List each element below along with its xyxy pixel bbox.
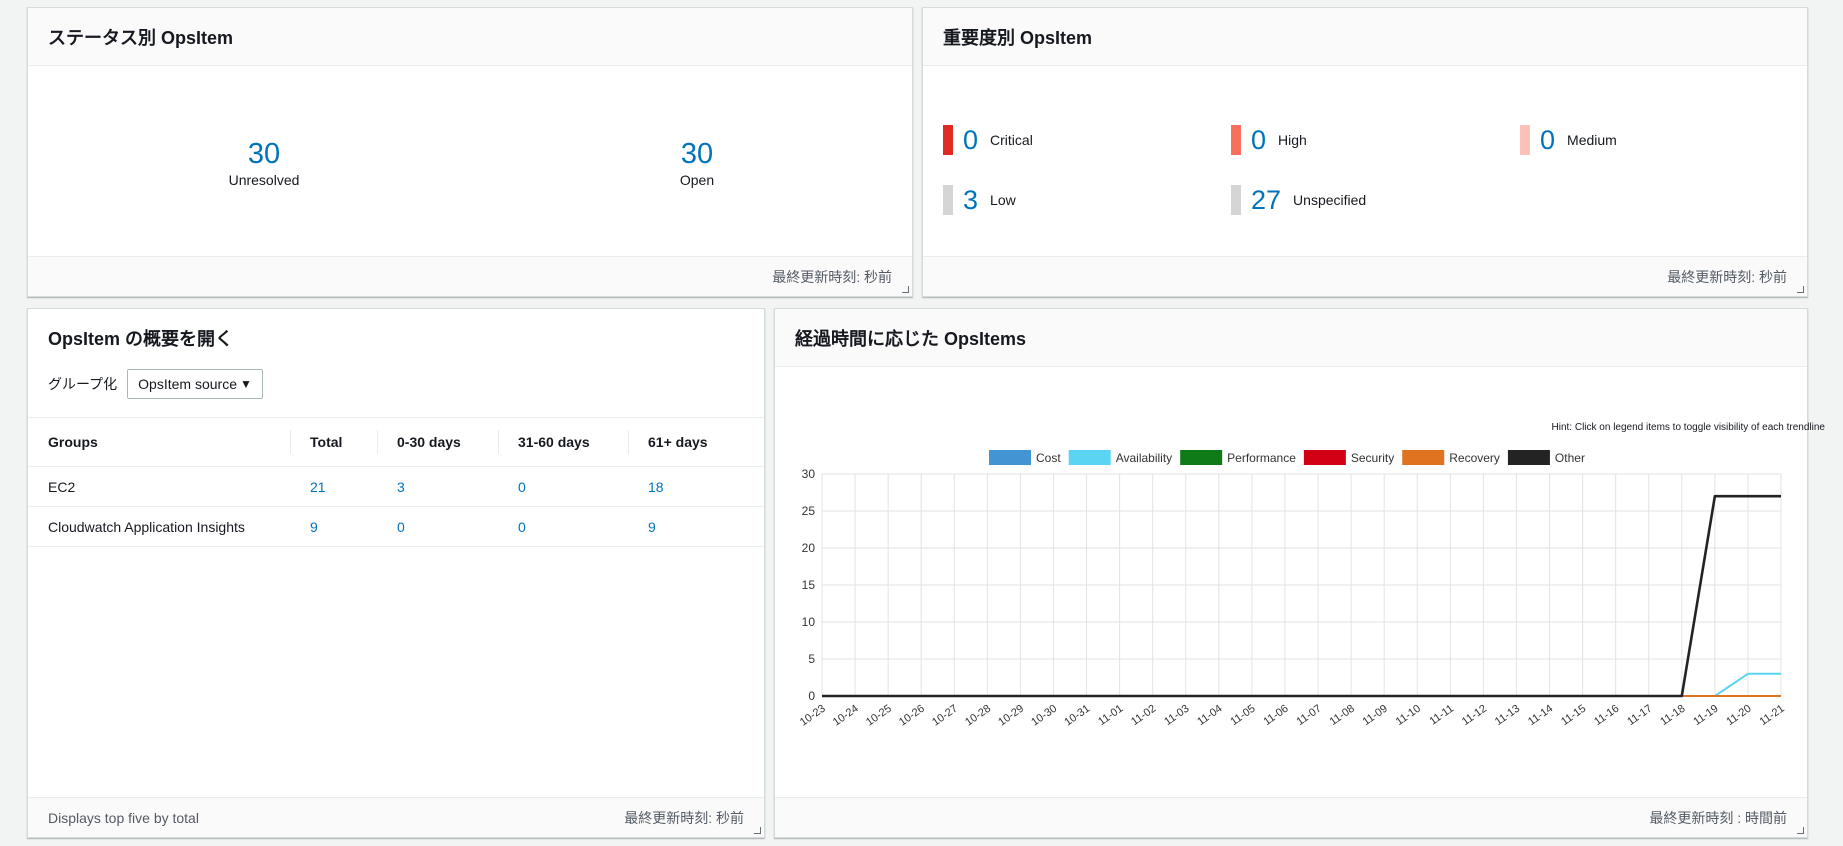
x-tick-label: 11-16	[1592, 703, 1621, 729]
x-tick-label: 11-04	[1195, 703, 1224, 729]
x-tick-label: 11-10	[1394, 703, 1423, 729]
legend-swatch-performance[interactable]	[1180, 450, 1223, 465]
x-tick-label: 11-03	[1162, 703, 1191, 729]
x-tick-label: 11-13	[1493, 703, 1522, 729]
x-tick-label: 11-18	[1658, 703, 1687, 729]
legend-label-other[interactable]: Other	[1555, 451, 1585, 465]
x-tick-label: 11-09	[1361, 703, 1390, 729]
x-tick-label: 10-30	[1029, 703, 1059, 729]
x-tick-label: 11-12	[1460, 703, 1489, 729]
x-tick-label: 10-25	[864, 703, 894, 729]
legend-label-recovery[interactable]: Recovery	[1449, 451, 1500, 465]
y-tick-label: 5	[808, 652, 815, 666]
legend-swatch-recovery[interactable]	[1402, 450, 1445, 465]
x-tick-label: 11-11	[1427, 703, 1456, 728]
legend-swatch-security[interactable]	[1303, 450, 1346, 465]
opsitems-trend-chart: 05101520253010-23 10-24 10-25 10-26 10-27 10-…	[798, 450, 1787, 729]
series-line-other	[822, 494, 1781, 698]
x-tick-label: 11-20	[1724, 703, 1753, 729]
x-tick-label: 11-01	[1096, 703, 1125, 729]
x-tick-label: 11-08	[1328, 703, 1357, 729]
x-tick-label: 11-21	[1757, 703, 1786, 729]
legend-swatch-availability[interactable]	[1068, 450, 1111, 465]
x-tick-label: 11-17	[1625, 703, 1654, 729]
x-tick-label: 10-27	[930, 703, 960, 729]
x-tick-label: 10-24	[831, 703, 861, 729]
x-tick-label: 10-28	[963, 703, 993, 729]
series-line-availability	[822, 672, 1781, 697]
y-tick-label: 10	[802, 615, 816, 629]
x-tick-label: 11-15	[1559, 703, 1588, 729]
legend-swatch-cost[interactable]	[989, 450, 1031, 465]
x-tick-label: 11-19	[1691, 703, 1720, 729]
x-tick-label: 11-06	[1261, 703, 1290, 729]
legend-label-security[interactable]: Security	[1351, 451, 1394, 465]
y-tick-label: 20	[802, 541, 816, 555]
y-tick-label: 15	[802, 578, 816, 592]
y-tick-label: 0	[808, 689, 815, 703]
x-tick-label: 11-02	[1129, 703, 1158, 729]
legend-swatch-other[interactable]	[1507, 450, 1550, 465]
x-tick-label: 11-14	[1526, 703, 1555, 729]
x-tick-label: 11-07	[1294, 703, 1323, 729]
legend-label-availability[interactable]: Availability	[1116, 451, 1172, 465]
y-tick-label: 30	[802, 467, 816, 481]
x-tick-label: 10-23	[798, 703, 828, 729]
legend-label-performance[interactable]: Performance	[1227, 451, 1296, 465]
x-tick-label: 10-31	[1062, 703, 1092, 729]
x-tick-label: 11-05	[1228, 703, 1257, 729]
legend-label-cost[interactable]: Cost	[1036, 451, 1061, 465]
x-tick-label: 10-26	[897, 703, 927, 729]
y-tick-label: 25	[802, 504, 816, 518]
x-tick-label: 10-29	[996, 703, 1026, 729]
